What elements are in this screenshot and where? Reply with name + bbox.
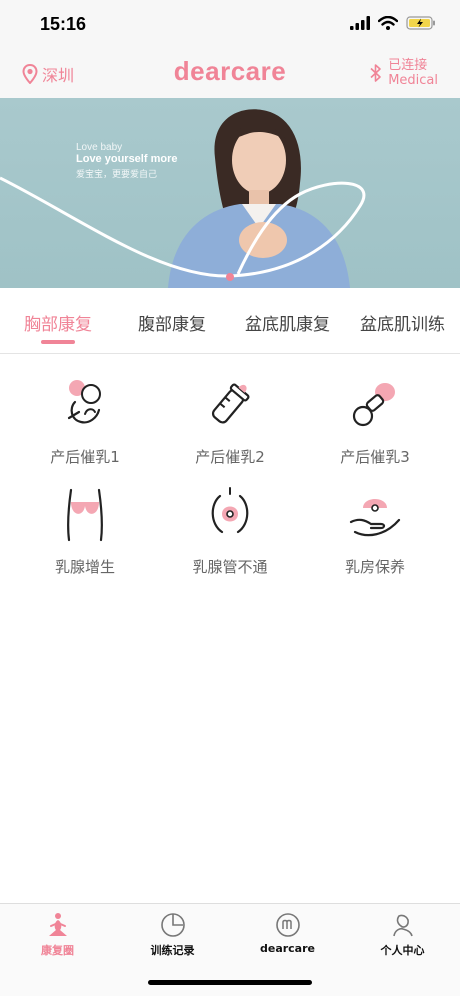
tabbar-item-dearcare[interactable]: dearcare [230, 912, 345, 955]
banner-line1: Love baby [76, 142, 123, 153]
tabbar-item-profile[interactable]: 个人中心 [345, 912, 460, 958]
status-time: 15:16 [40, 14, 87, 34]
tabbar-item-rehab-circle[interactable]: 康复圈 [0, 912, 115, 958]
program-label: 产后催乳2 [195, 448, 265, 466]
banner-line3: 爱宝宝，更要爱自己 [76, 170, 158, 180]
tab-chest-rehab[interactable]: 胸部康复 [24, 310, 92, 335]
active-tab-indicator [41, 340, 75, 344]
wifi-icon [378, 16, 398, 30]
pacifier-icon [352, 383, 395, 427]
carousel-indicator[interactable] [226, 273, 234, 281]
device-name: Medical [388, 73, 438, 88]
program-label: 乳腺管不通 [192, 558, 268, 576]
home-indicator[interactable] [148, 980, 312, 985]
program-item[interactable]: 乳腺管不通 [157, 484, 303, 577]
tabbar-label: 康复圈 [41, 944, 74, 957]
tab-abdomen-rehab[interactable]: 腹部康复 [138, 310, 206, 335]
category-tabs: 胸部康复 腹部康复 盆底肌康复 盆底肌训练 [0, 288, 460, 354]
tabbar-label: dearcare [259, 942, 315, 955]
program-label: 产后催乳3 [340, 448, 410, 466]
profile-icon [392, 914, 413, 937]
header: 深圳 dearcare 已连接 Medical [0, 50, 460, 98]
banner-text: Love baby Love yourself more 爱宝宝，更要爱自己 [76, 142, 177, 180]
program-label: 乳腺增生 [54, 558, 115, 576]
program-label: 乳房保养 [344, 558, 405, 576]
program-item[interactable]: 产后催乳3 [302, 374, 448, 467]
device-text: 已连接 Medical [388, 58, 438, 88]
pie-chart-icon [160, 913, 185, 937]
signal-icon [350, 16, 370, 30]
breast-duct-icon [211, 487, 249, 534]
tabbar-label: 个人中心 [380, 944, 425, 957]
program-item[interactable]: 乳腺增生 [12, 484, 158, 577]
bluetooth-icon [370, 64, 381, 82]
banner-line2: Love yourself more [76, 153, 178, 165]
status-bar: 15:16 [0, 0, 460, 50]
chest-icon [67, 488, 103, 542]
baby-bottle-icon [211, 383, 250, 424]
tabbar-label: 训练记录 [150, 944, 195, 957]
yoga-icon [48, 913, 67, 936]
promo-banner[interactable]: Love baby Love yourself more 爱宝宝，更要爱自己 [0, 98, 460, 288]
tab-pelvic-floor-rehab[interactable]: 盆底肌康复 [245, 310, 330, 335]
status-icons [350, 16, 436, 30]
banner-illustration [0, 109, 366, 288]
tab-pelvic-floor-training[interactable]: 盆底肌训练 [360, 310, 445, 335]
program-item[interactable]: 产后催乳2 [157, 374, 303, 467]
battery-icon [406, 16, 435, 30]
program-item[interactable]: 产后催乳1 [12, 374, 158, 467]
brand-m-icon [275, 913, 300, 937]
connection-status: 已连接 [388, 58, 428, 73]
tabbar-item-training-records[interactable]: 训练记录 [115, 912, 230, 958]
program-label: 产后催乳1 [50, 448, 120, 466]
baby-icon [67, 380, 101, 424]
device-connection[interactable]: 已连接 Medical [370, 58, 438, 88]
program-item[interactable]: 乳房保养 [302, 484, 448, 577]
hand-care-icon [349, 499, 401, 537]
